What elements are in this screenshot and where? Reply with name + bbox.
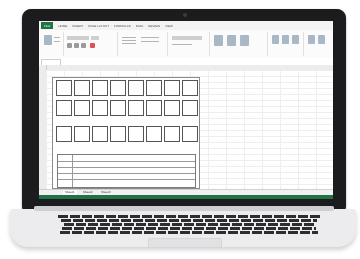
cell-box xyxy=(146,80,162,96)
cell-box xyxy=(56,126,72,142)
paste-icon[interactable] xyxy=(44,35,52,45)
bold-icon[interactable] xyxy=(67,43,72,48)
font-group xyxy=(65,32,118,56)
webcam-icon xyxy=(183,13,187,17)
editing-group xyxy=(305,32,331,56)
cell-box xyxy=(182,100,198,116)
number-group xyxy=(169,32,210,56)
keyboard xyxy=(58,215,320,236)
cell-box xyxy=(128,80,144,96)
autosum-icon[interactable] xyxy=(308,35,315,44)
key-row xyxy=(58,215,320,218)
conditional-formatting-icon[interactable] xyxy=(214,35,223,46)
tab-home[interactable]: HOME xyxy=(58,24,67,28)
cell-box xyxy=(128,126,144,142)
sort-filter-icon[interactable] xyxy=(318,35,325,44)
insert-cells-icon[interactable] xyxy=(272,35,279,44)
cell-box xyxy=(110,126,126,142)
cell-box xyxy=(74,80,90,96)
lined-table xyxy=(57,154,196,188)
tab-page-layout[interactable]: PAGE LAYOUT xyxy=(88,24,109,28)
cell-box xyxy=(146,126,162,142)
delete-cells-icon[interactable] xyxy=(282,35,289,44)
clipboard-group xyxy=(41,32,64,56)
cell-box xyxy=(182,80,198,96)
table-rule xyxy=(58,179,195,180)
cell-box xyxy=(56,100,72,116)
key-row xyxy=(60,231,318,234)
key-row xyxy=(61,219,317,222)
table-rule xyxy=(58,161,195,162)
cell-box xyxy=(56,80,72,96)
cell-box xyxy=(92,80,108,96)
laptop-screen: FILE HOME INSERT PAGE LAYOUT FORMULAS DA… xyxy=(39,21,333,199)
cell-box xyxy=(74,126,90,142)
key-row xyxy=(64,223,314,226)
tab-view[interactable]: VIEW xyxy=(165,24,173,28)
cell-box xyxy=(110,80,126,96)
tab-file[interactable]: FILE xyxy=(41,22,54,29)
cell-box xyxy=(110,100,126,116)
tab-review[interactable]: REVIEW xyxy=(148,24,160,28)
cell-box xyxy=(128,100,144,116)
cells-group xyxy=(269,32,304,56)
cell-styles-icon[interactable] xyxy=(240,35,249,46)
tab-insert[interactable]: INSERT xyxy=(72,24,83,28)
underline-icon[interactable] xyxy=(81,43,86,48)
cell-box xyxy=(182,126,198,142)
trackpad xyxy=(148,238,222,248)
tab-data[interactable]: DATA xyxy=(136,24,144,28)
status-bar xyxy=(39,195,333,199)
key-row xyxy=(62,227,316,230)
tab-formulas[interactable]: FORMULAS xyxy=(114,24,131,28)
laptop-hinge xyxy=(34,206,334,211)
cell-box xyxy=(164,80,180,96)
styles-group xyxy=(211,32,268,56)
font-color-icon[interactable] xyxy=(90,43,95,48)
cell-box xyxy=(92,126,108,142)
cell-box xyxy=(146,100,162,116)
format-cells-icon[interactable] xyxy=(292,35,299,44)
cell-box xyxy=(164,100,180,116)
alignment-group xyxy=(119,32,168,56)
ribbon-toolbar xyxy=(39,30,333,59)
italic-icon[interactable] xyxy=(74,43,79,48)
table-divider xyxy=(72,155,73,187)
format-as-table-icon[interactable] xyxy=(227,35,236,46)
table-rule xyxy=(58,167,195,168)
worksheet-content xyxy=(52,77,200,189)
table-rule xyxy=(58,173,195,174)
cell-box xyxy=(164,126,180,142)
cell-box xyxy=(74,100,90,116)
cell-box xyxy=(92,100,108,116)
